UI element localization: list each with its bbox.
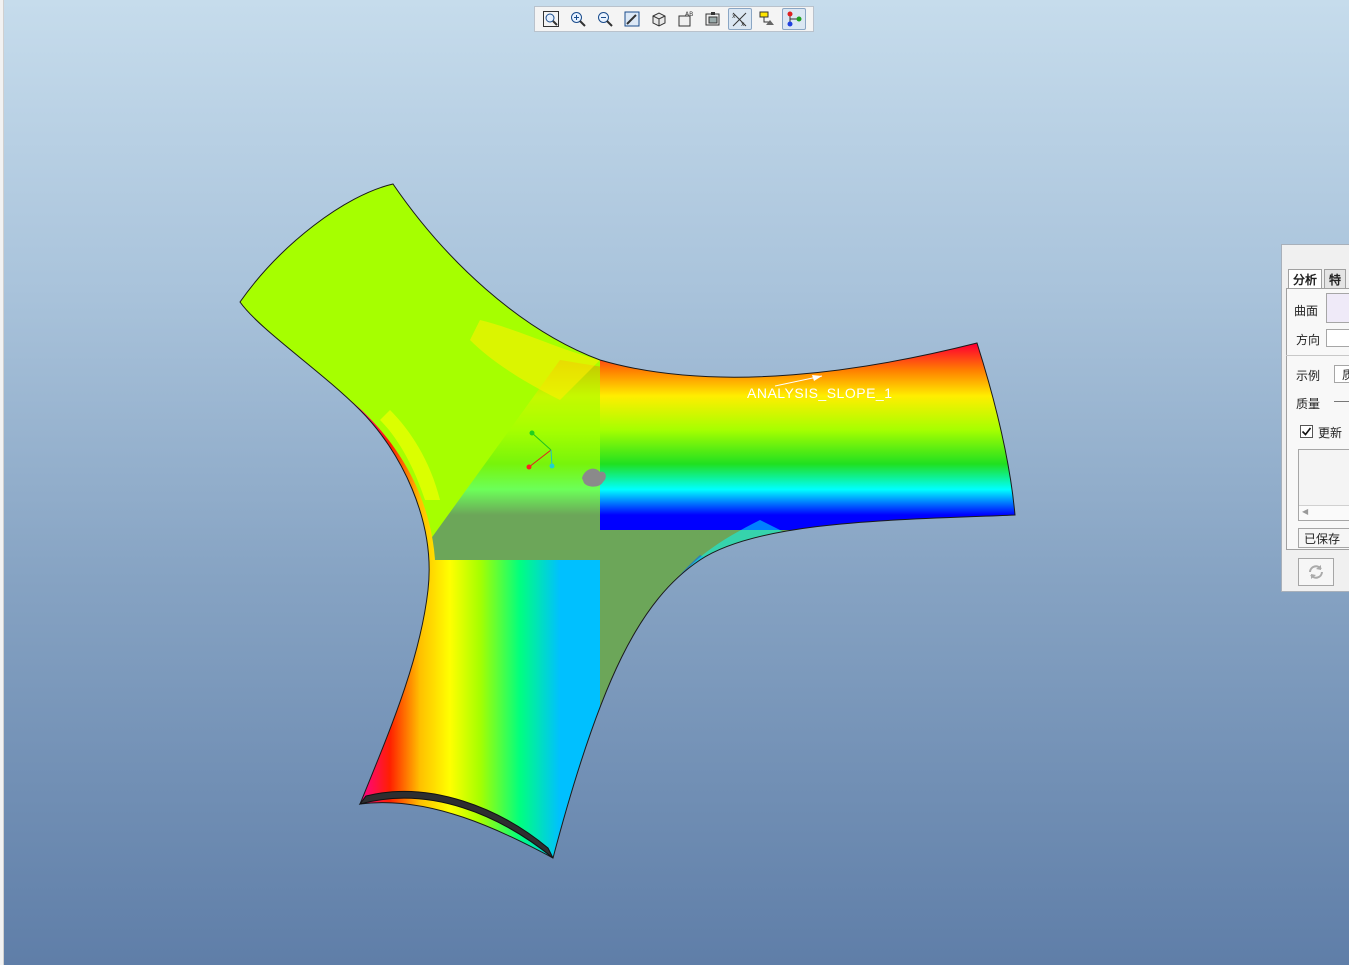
sample-select[interactable]: 质: [1334, 365, 1349, 383]
model-surface[interactable]: [4, 0, 1349, 965]
spin-center-icon: [787, 11, 802, 27]
scroll-left-icon[interactable]: ◀: [1302, 507, 1308, 516]
saved-views-button[interactable]: AB: [674, 8, 698, 30]
repeat-analysis-button[interactable]: [1298, 558, 1334, 586]
analysis-annotation[interactable]: ANALYSIS_SLOPE_1: [747, 385, 892, 401]
display-style-icon: [652, 12, 666, 27]
results-list[interactable]: ◀: [1298, 449, 1349, 521]
spin-center-button[interactable]: [782, 8, 806, 30]
svg-text:x: x: [741, 21, 745, 28]
direction-field[interactable]: 自: [1326, 329, 1349, 347]
datum-display-button[interactable]: xx: [728, 8, 752, 30]
saved-views-icon: AB: [678, 11, 693, 27]
annotation-display-icon: [759, 11, 774, 25]
zoom-in-button[interactable]: [566, 8, 590, 30]
zoom-in-icon: [571, 12, 586, 27]
svg-text:AB: AB: [685, 11, 693, 18]
view-toolbar: AB xx: [534, 6, 814, 32]
tab-properties[interactable]: 特: [1324, 269, 1347, 289]
layers-button[interactable]: [701, 8, 725, 30]
divider: [1286, 355, 1349, 356]
direction-label: 方向: [1296, 333, 1321, 347]
analysis-panel: 分析 特 曲面 选 方向 自 示例 质 质量 更新 ◀ 已保存: [1281, 244, 1349, 592]
update-label: 更新: [1318, 426, 1343, 440]
svg-text:x: x: [732, 13, 736, 20]
refit-icon: [543, 11, 559, 27]
sample-label: 示例: [1296, 369, 1321, 383]
surface-label: 曲面: [1294, 304, 1319, 318]
repaint-icon: [624, 11, 640, 27]
repaint-button[interactable]: [620, 8, 644, 30]
zoom-out-button[interactable]: [593, 8, 617, 30]
quality-slider[interactable]: [1334, 401, 1349, 402]
layers-icon: [705, 12, 720, 26]
zoom-out-icon: [598, 12, 613, 27]
display-style-button[interactable]: [647, 8, 671, 30]
horizontal-scrollbar[interactable]: ◀: [1299, 505, 1349, 520]
refit-button[interactable]: [539, 8, 563, 30]
saved-button[interactable]: 已保存: [1298, 528, 1349, 548]
refresh-icon: [1309, 565, 1323, 579]
annotation-display-button[interactable]: [755, 8, 779, 30]
update-checkbox[interactable]: [1300, 425, 1313, 438]
quality-label: 质量: [1296, 397, 1321, 411]
tab-analysis[interactable]: 分析: [1288, 269, 1323, 289]
graphics-viewport[interactable]: ANALYSIS_SLOPE_1: [4, 0, 1349, 965]
checkmark-icon: [1301, 427, 1312, 436]
datum-display-icon: xx: [732, 12, 747, 28]
surface-collector[interactable]: 选: [1326, 293, 1349, 323]
